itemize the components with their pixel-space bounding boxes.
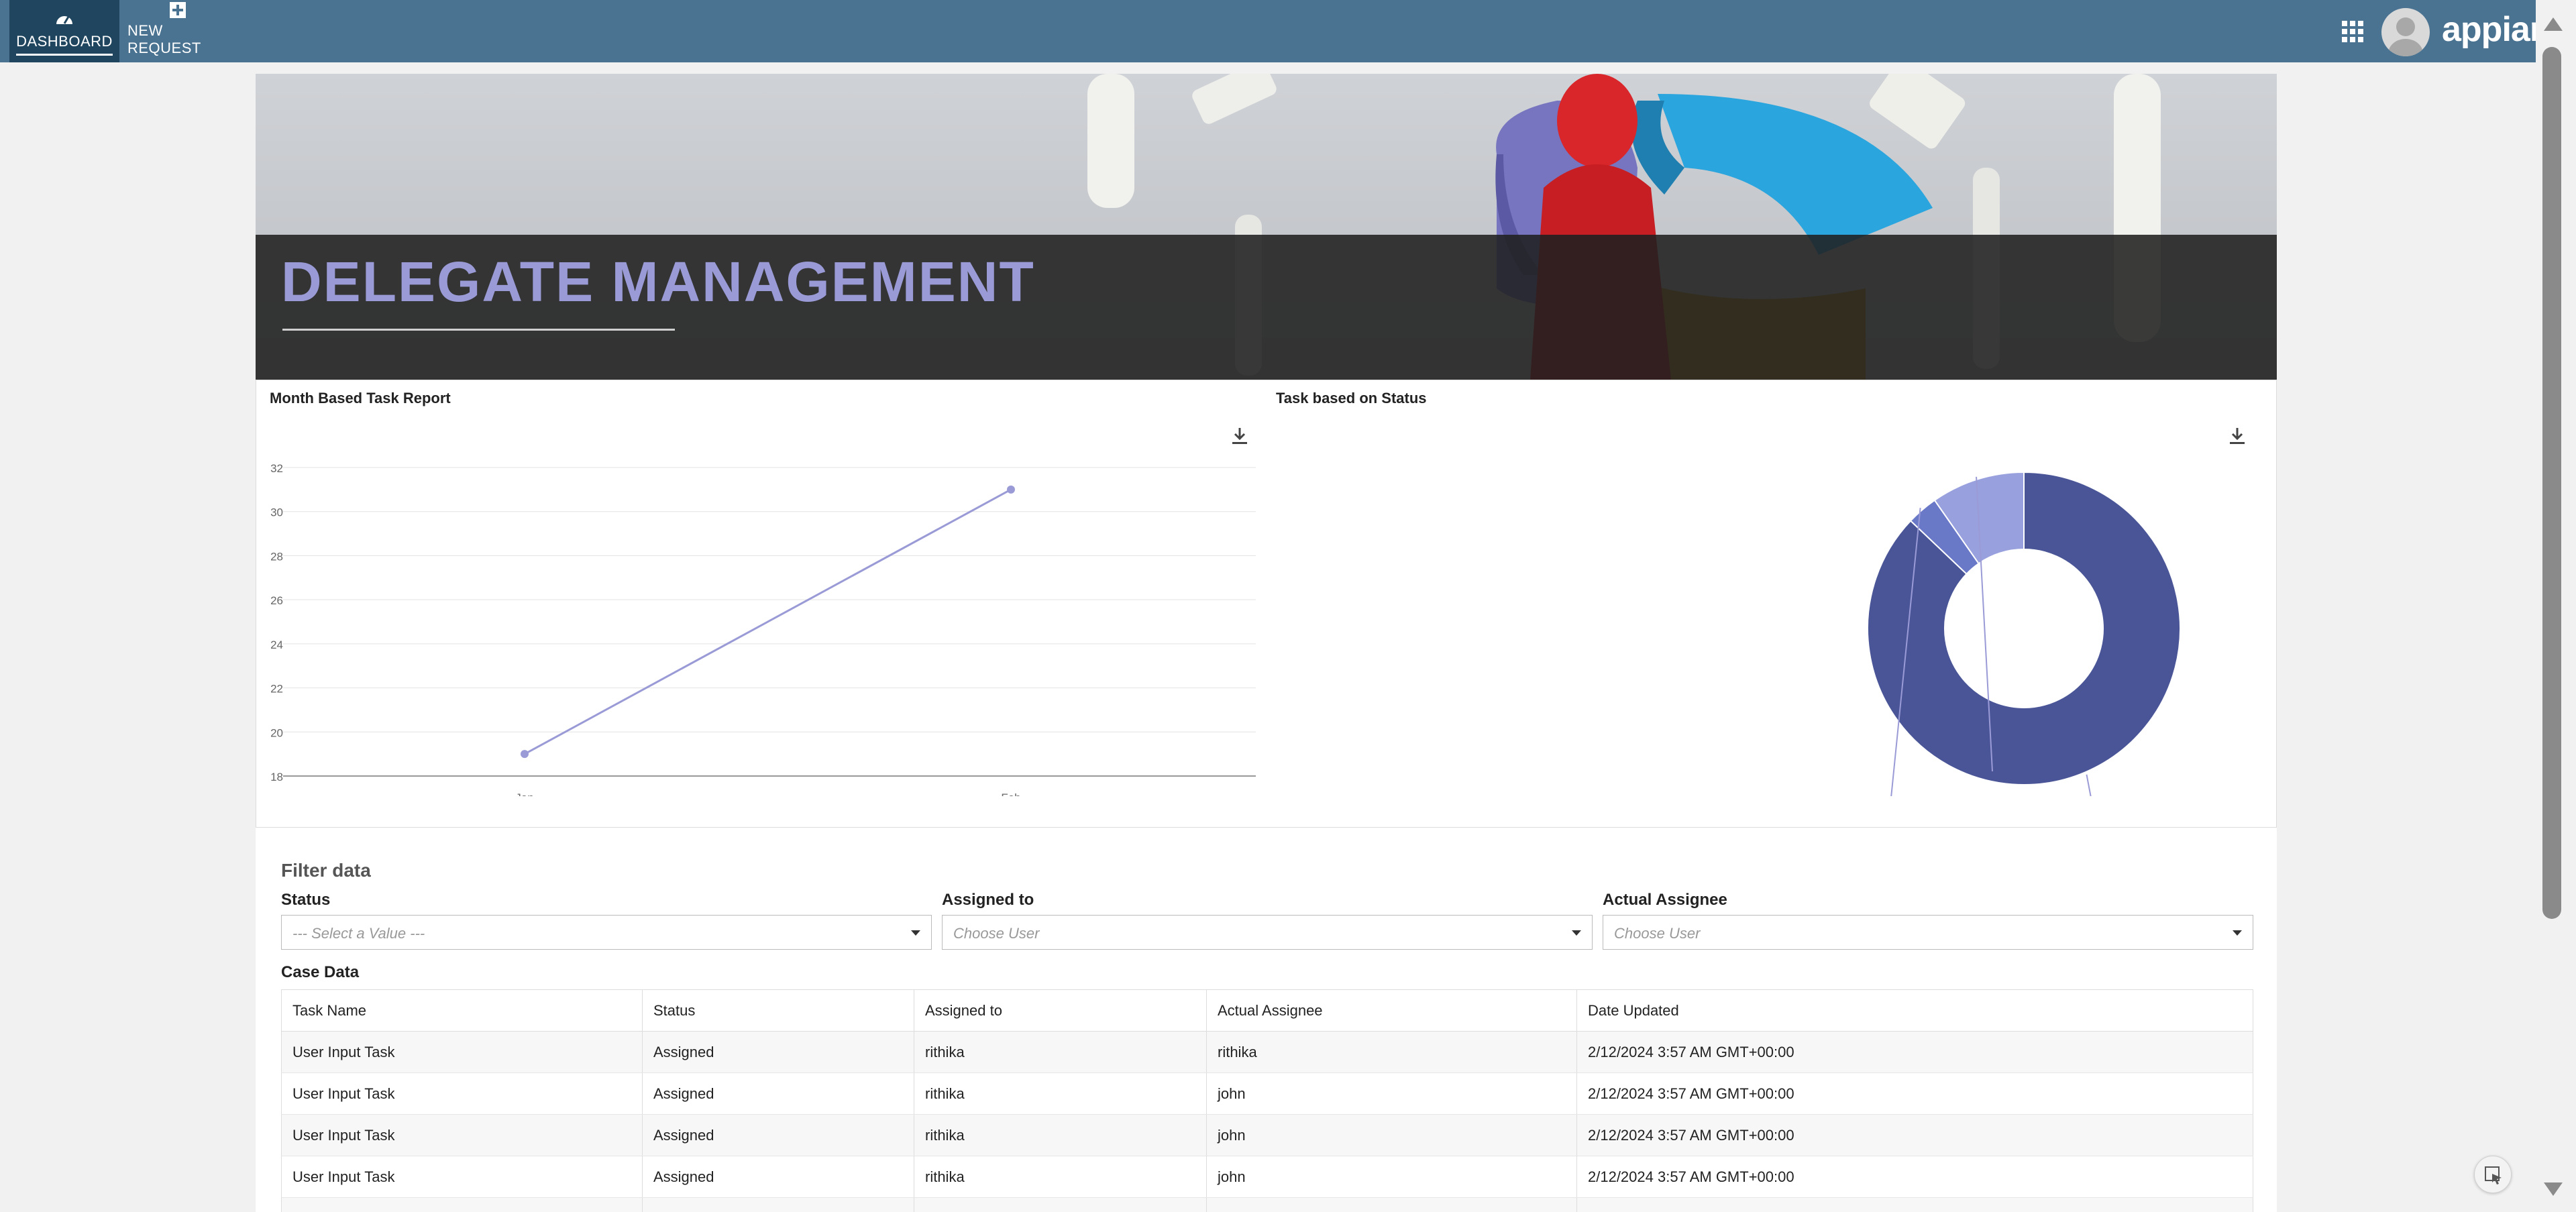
donut-chart: Active Task 27Completed Task1Exceptional… bbox=[1867, 471, 2181, 796]
series-line bbox=[524, 488, 1012, 755]
y-tick-label: 24 bbox=[270, 639, 283, 651]
leader-line bbox=[2086, 774, 2092, 796]
table-row[interactable]: User Input Task Assigned rithika john 2/… bbox=[281, 1072, 2253, 1115]
cell-status: Assigned bbox=[642, 1031, 914, 1073]
data-point bbox=[1007, 485, 1015, 494]
cell-date-updated: 2/12/2024 3:57 AM GMT+00:00 bbox=[1576, 1114, 2253, 1156]
y-tick-label: 28 bbox=[270, 550, 283, 563]
table-row[interactable]: User Input Task Assigned rithika john 2/… bbox=[281, 1114, 2253, 1156]
y-tick-label: 20 bbox=[270, 726, 283, 739]
cell-date-updated: 2/12/2024 3:57 AM GMT+00:00 bbox=[1576, 1156, 2253, 1198]
table-row[interactable] bbox=[281, 1197, 2253, 1212]
dashboard-icon bbox=[54, 7, 74, 30]
cell-assigned-to: rithika bbox=[914, 1114, 1207, 1156]
y-tick-label: 32 bbox=[270, 462, 283, 475]
assigned-to-label: Assigned to bbox=[942, 891, 1034, 909]
cell-status: Assigned bbox=[642, 1114, 914, 1156]
cell-task-name: User Input Task bbox=[281, 1156, 643, 1198]
actual-assignee-label: Actual Assignee bbox=[1603, 891, 1727, 909]
cursor-select-icon bbox=[2485, 1166, 2502, 1185]
charts-card: Month Based Task Report Task based on St… bbox=[256, 380, 2277, 828]
scroll-up-icon[interactable] bbox=[2544, 17, 2563, 31]
y-tick-label: 22 bbox=[270, 683, 283, 696]
vertical-scrollbar[interactable] bbox=[2536, 0, 2576, 1212]
feedback-button[interactable] bbox=[2474, 1156, 2512, 1193]
filter-section-title: Filter data bbox=[281, 860, 371, 881]
scrollbar-thumb[interactable] bbox=[2542, 47, 2561, 919]
plus-square-icon bbox=[168, 0, 187, 19]
column-header-status[interactable]: Status bbox=[642, 989, 914, 1032]
nav-tab-new-request[interactable]: NEW REQUEST bbox=[127, 0, 228, 62]
y-tick-label: 26 bbox=[270, 594, 283, 607]
chevron-down-icon bbox=[1572, 930, 1581, 936]
filter-section: Filter data Status --- Select a Value --… bbox=[256, 828, 2277, 1212]
nav-tab-dashboard-label: DASHBOARD bbox=[16, 33, 113, 56]
column-header-date-updated[interactable]: Date Updated bbox=[1576, 989, 2253, 1032]
header-banner: DELEGATE MANAGEMENT bbox=[256, 74, 2277, 380]
x-tick-label: Feb bbox=[1001, 791, 1020, 796]
scroll-down-icon[interactable] bbox=[2544, 1182, 2563, 1196]
assigned-to-picker[interactable]: Choose User bbox=[942, 915, 1593, 950]
column-header-assigned-to[interactable]: Assigned to bbox=[914, 989, 1207, 1032]
cell-task-name: User Input Task bbox=[281, 1031, 643, 1073]
column-header-actual-assignee[interactable]: Actual Assignee bbox=[1206, 989, 1577, 1032]
cell-empty bbox=[1206, 1197, 1577, 1212]
cell-actual-assignee: john bbox=[1206, 1156, 1577, 1198]
table-row[interactable]: User Input Task Assigned rithika john 2/… bbox=[281, 1156, 2253, 1198]
line-chart: 1820222426283032JanFebNo. of Tasks bbox=[270, 462, 1256, 796]
line-chart-title: Month Based Task Report bbox=[270, 390, 451, 406]
y-tick-label: 30 bbox=[270, 506, 283, 519]
appian-logo[interactable]: appian bbox=[2442, 9, 2551, 50]
cell-actual-assignee: rithika bbox=[1206, 1031, 1577, 1073]
cell-actual-assignee: john bbox=[1206, 1114, 1577, 1156]
nav-tab-new-request-label: NEW REQUEST bbox=[127, 22, 201, 56]
actual-assignee-picker[interactable]: Choose User bbox=[1603, 915, 2253, 950]
status-label: Status bbox=[281, 891, 331, 909]
cell-date-updated: 2/12/2024 3:57 AM GMT+00:00 bbox=[1576, 1072, 2253, 1115]
cell-actual-assignee: john bbox=[1206, 1072, 1577, 1115]
cell-empty bbox=[1576, 1197, 2253, 1212]
case-data-table: Task Name Status Assigned to Actual Assi… bbox=[281, 989, 2253, 1212]
table-row[interactable]: User Input Task Assigned rithika rithika… bbox=[281, 1031, 2253, 1073]
cell-assigned-to: rithika bbox=[914, 1072, 1207, 1115]
case-data-title: Case Data bbox=[281, 963, 360, 981]
status-dropdown[interactable]: --- Select a Value --- bbox=[281, 915, 932, 950]
cell-assigned-to: rithika bbox=[914, 1156, 1207, 1198]
actual-assignee-picker-value: Choose User bbox=[1614, 925, 1701, 942]
y-tick-label: 18 bbox=[270, 771, 283, 783]
chevron-down-icon bbox=[2233, 930, 2242, 936]
cell-assigned-to: rithika bbox=[914, 1031, 1207, 1073]
title-underline bbox=[282, 329, 675, 331]
x-tick-label: Jan bbox=[515, 791, 533, 796]
pie-chart-title: Task based on Status bbox=[1276, 390, 1427, 406]
status-dropdown-value: --- Select a Value --- bbox=[292, 925, 425, 942]
cell-task-name: User Input Task bbox=[281, 1072, 643, 1115]
cell-task-name: User Input Task bbox=[281, 1114, 643, 1156]
user-avatar[interactable] bbox=[2381, 8, 2430, 56]
table-header-row: Task Name Status Assigned to Actual Assi… bbox=[281, 989, 2253, 1032]
column-header-task-name[interactable]: Task Name bbox=[281, 989, 643, 1032]
page-title: DELEGATE MANAGEMENT bbox=[281, 250, 1035, 313]
cell-status: Assigned bbox=[642, 1072, 914, 1115]
assigned-to-picker-value: Choose User bbox=[953, 925, 1040, 942]
data-point bbox=[521, 750, 529, 759]
cell-empty bbox=[281, 1197, 643, 1212]
cell-date-updated: 2/12/2024 3:57 AM GMT+00:00 bbox=[1576, 1031, 2253, 1073]
nav-tab-dashboard[interactable]: DASHBOARD bbox=[9, 0, 119, 62]
top-navigation-bar: DASHBOARD NEW REQUEST appian bbox=[0, 0, 2551, 62]
cell-empty bbox=[642, 1197, 914, 1212]
chevron-down-icon bbox=[911, 930, 920, 936]
cell-empty bbox=[914, 1197, 1207, 1212]
cell-status: Assigned bbox=[642, 1156, 914, 1198]
app-grid-icon[interactable] bbox=[2342, 21, 2363, 42]
